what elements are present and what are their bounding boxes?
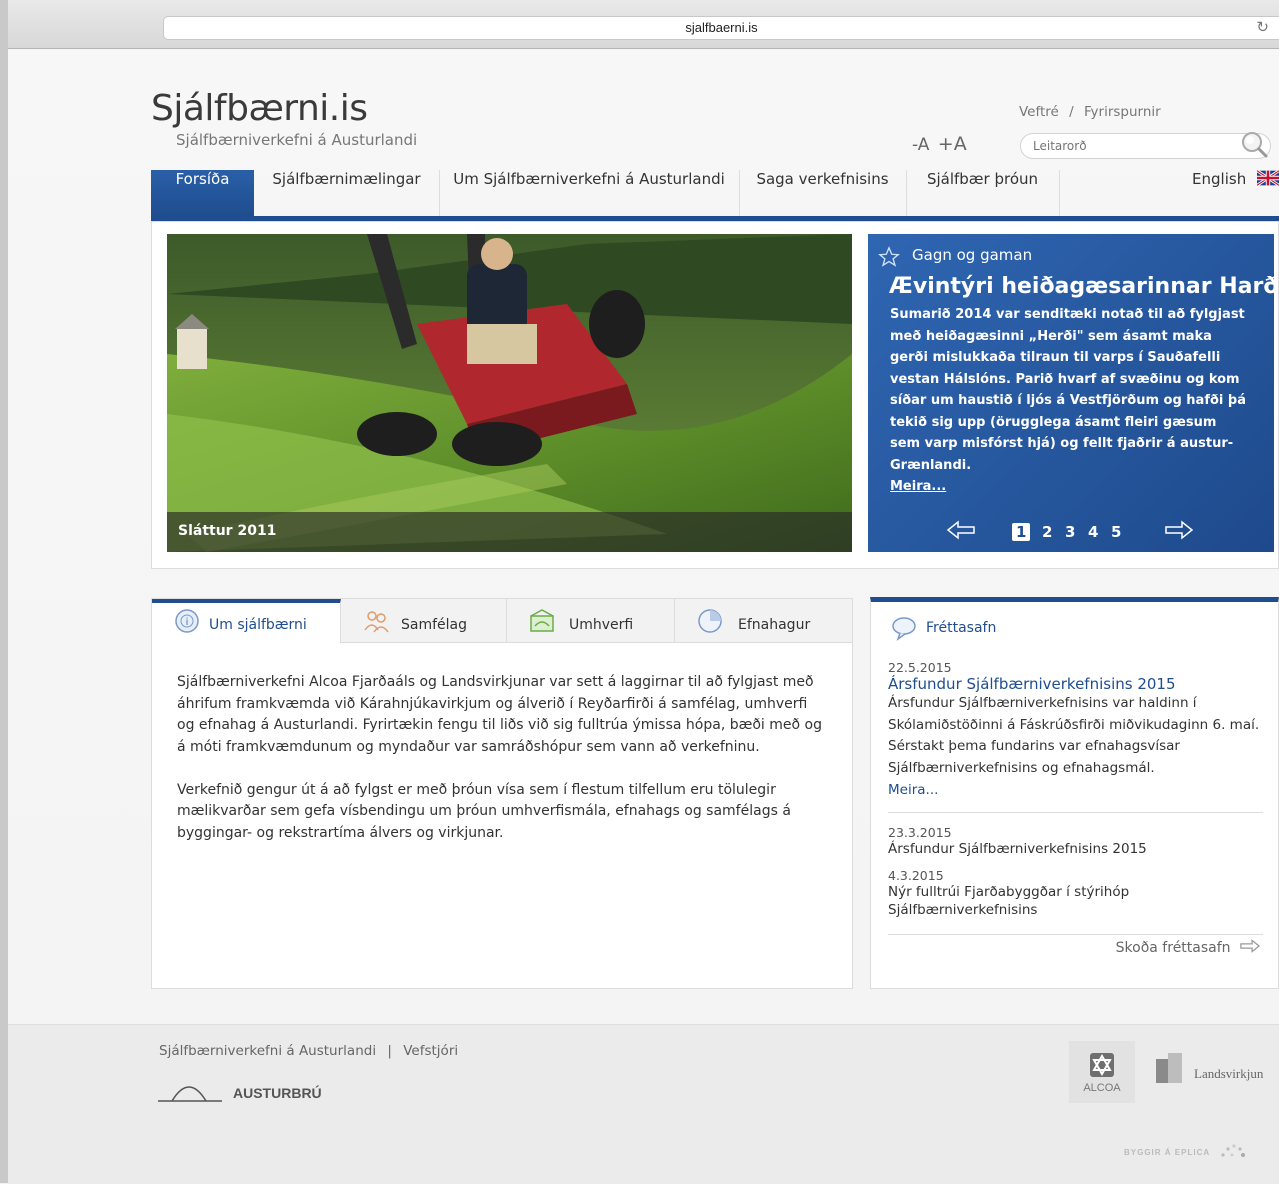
window-edge (0, 0, 8, 1183)
toplinks-separator: / (1069, 104, 1074, 120)
footer-webmaster-link[interactable]: Vefstjóri (403, 1043, 458, 1059)
tab-paragraph: Sjálfbærniverkefni Alcoa Fjarðaáls og La… (177, 674, 822, 755)
tab-label: Umhverfi (569, 617, 634, 633)
nav-item-sustainable-development[interactable]: Sjálfbær þróun (906, 170, 1060, 216)
tab-environment[interactable]: Umhverfi (507, 599, 675, 642)
language-switch[interactable]: English (1192, 170, 1279, 216)
news-divider (888, 812, 1263, 813)
eplica-credit-text: BYGGIR Á EPLICA (1124, 1148, 1210, 1157)
news-featured-text: Ársfundur Sjálfbærniverkefnisins var hal… (888, 695, 1260, 776)
tab-label: Um sjálfbærni (209, 617, 307, 633)
austurbru-logo-text: AUSTURBRÚ (233, 1085, 322, 1101)
tab-economy[interactable]: Efnahagur (675, 599, 852, 642)
info-tab-panel: i Um sjálfbærni Samfélag Umhverfi Efnaha… (151, 598, 853, 989)
info-icon: i (175, 609, 199, 633)
nav-item-about-project[interactable]: Um Sjálfbærniverkefni á Austurlandi (439, 170, 740, 216)
previous-arrow-icon[interactable] (946, 520, 976, 540)
main-navigation: Forsíða Sjálfbærnimælingar Um Sjálfbærni… (151, 170, 1279, 221)
browser-toolbar: sjalfbaerni.is ↻ (0, 0, 1279, 49)
news-featured-title[interactable]: Ársfundur Sjálfbærniverkefnisins 2015 (888, 675, 1176, 693)
photo-caption: Sláttur 2011 (178, 523, 277, 539)
news-heading[interactable]: Fréttasafn (926, 620, 996, 636)
sitemap-link[interactable]: Veftré (1019, 104, 1059, 120)
lawn-mower-photo (167, 234, 852, 552)
landsvirkjun-logo-text: Landsvirkjun (1194, 1066, 1264, 1081)
address-bar[interactable]: sjalfbaerni.is ↻ (163, 16, 1279, 40)
alcoa-logo[interactable]: ALCOA (1069, 1041, 1135, 1103)
footer-links: Sjálfbærniverkefni á Austurlandi | Vefst… (159, 1043, 458, 1059)
nav-item-measurements[interactable]: Sjálfbærnimælingar (254, 170, 440, 216)
story-text: Sumarið 2014 var senditæki notað til að … (890, 304, 1250, 498)
pager-page-5[interactable]: 5 (1111, 523, 1121, 541)
font-smaller-button[interactable]: -A (912, 135, 929, 155)
pager-page-2[interactable]: 2 (1042, 523, 1052, 541)
eplica-dots-icon (1221, 1144, 1246, 1157)
alcoa-emblem-icon (1090, 1053, 1114, 1077)
tab-paragraph: Verkefnið gengur út á að fylgst er með þ… (177, 781, 791, 841)
news-item-title[interactable]: Ársfundur Sjálfbærniverkefnisins 2015 (888, 840, 1248, 858)
tab-about-sustainability[interactable]: i Um sjálfbærni (152, 599, 341, 643)
site-logo-subtitle: Sjálfbærniverkefni á Austurlandi (176, 131, 418, 149)
economy-icon (698, 609, 722, 633)
story-body: Sumarið 2014 var senditæki notað til að … (890, 307, 1246, 473)
news-more-link[interactable]: Meira... (888, 782, 938, 798)
environment-icon (530, 609, 554, 632)
search-box (1020, 132, 1271, 159)
search-input[interactable] (1031, 138, 1235, 154)
tab-content: Sjálfbærniverkefni Alcoa Fjarðaáls og La… (177, 672, 827, 866)
news-date: 22.5.2015 (888, 660, 952, 675)
news-date: 23.3.2015 (888, 825, 952, 840)
url-text: sjalfbaerni.is (685, 20, 758, 35)
news-date: 4.3.2015 (888, 868, 944, 883)
uk-flag-icon (1257, 170, 1279, 186)
featured-photo[interactable]: Sláttur 2011 (167, 234, 852, 552)
font-larger-button[interactable]: +A (938, 133, 967, 155)
font-size-controls: -A +A (912, 133, 967, 155)
news-panel: Fréttasafn 22.5.2015 Ársfundur Sjálfbærn… (870, 597, 1279, 989)
tab-label: Samfélag (401, 617, 468, 633)
arrow-right-icon (1240, 939, 1261, 953)
inquiries-link[interactable]: Fyrirspurnir (1084, 104, 1161, 120)
story-title[interactable]: Ævintýri heiðagæsarinnar Harðar (889, 274, 1274, 299)
site-logo-title[interactable]: Sjálfbærni.is (151, 88, 368, 129)
story-category: Gagn og gaman (912, 246, 1033, 264)
story-more-link[interactable]: Meira... (890, 479, 946, 494)
reload-icon[interactable]: ↻ (1256, 18, 1269, 36)
footer-project-link[interactable]: Sjálfbærniverkefni á Austurlandi (159, 1043, 376, 1059)
nav-item-history[interactable]: Saga verkefnisins (739, 170, 907, 216)
photo-caption-bar: Sláttur 2011 (167, 512, 852, 552)
pager-page-3[interactable]: 3 (1065, 523, 1075, 541)
alcoa-logo-text: ALCOA (1083, 1082, 1121, 1094)
language-label: English (1192, 170, 1247, 188)
star-icon (878, 246, 900, 267)
tab-bar: i Um sjálfbærni Samfélag Umhverfi Efnaha… (152, 599, 852, 643)
top-links: Veftré / Fyrirspurnir (1019, 104, 1161, 120)
svg-text:i: i (186, 617, 189, 628)
nav-item-home[interactable]: Forsíða (151, 170, 254, 216)
eplica-credit[interactable]: BYGGIR Á EPLICA (1124, 1143, 1247, 1159)
news-divider (888, 934, 1263, 935)
news-item-title[interactable]: Nýr fulltrúi Fjarðabyggðar í stýrihóp Sj… (888, 883, 1168, 919)
next-arrow-icon[interactable] (1164, 520, 1194, 540)
pager-page-1[interactable]: 1 (1012, 523, 1031, 541)
footer-separator: | (387, 1043, 392, 1059)
news-archive-link[interactable]: Skoða fréttasafn (1116, 939, 1262, 956)
slider-pager: 1 2 3 4 5 (868, 518, 1274, 548)
pager-page-4[interactable]: 4 (1088, 523, 1098, 541)
tab-label: Efnahagur (738, 617, 811, 633)
archive-label: Skoða fréttasafn (1115, 940, 1231, 956)
people-icon (364, 611, 389, 633)
featured-story-box: Gagn og gaman Ævintýri heiðagæsarinnar H… (868, 234, 1274, 552)
tab-community[interactable]: Samfélag (341, 599, 507, 642)
search-icon[interactable] (1239, 129, 1269, 159)
speech-bubble-icon (892, 617, 916, 641)
